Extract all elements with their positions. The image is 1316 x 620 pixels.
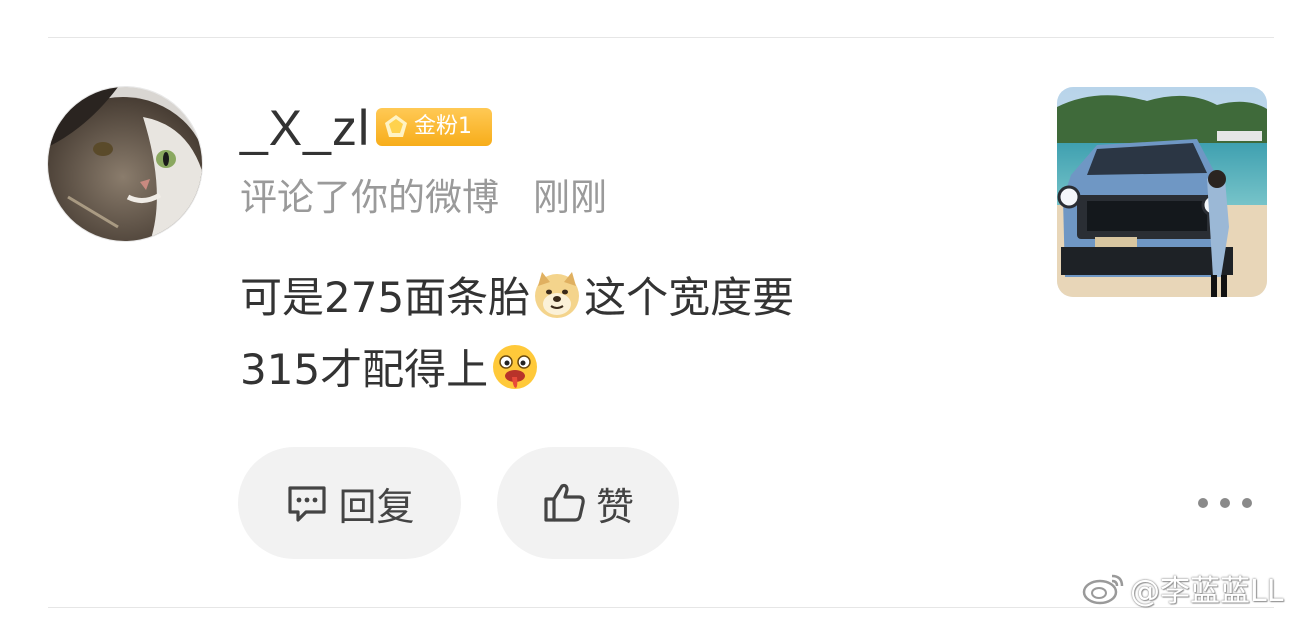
- like-button[interactable]: 赞: [497, 447, 679, 559]
- cat-avatar-image: [48, 87, 202, 241]
- content-line-2: 315才配得上: [240, 334, 960, 406]
- like-label: 赞: [595, 484, 634, 529]
- timestamp: 刚刚: [533, 176, 607, 219]
- top-divider: [48, 37, 1274, 38]
- doge-emoji-icon: [535, 272, 580, 318]
- gold-fan-badge-icon: [385, 115, 407, 137]
- comment-content: 可是275面条胎 这个宽度要 315才配得上: [240, 262, 960, 406]
- action-text: 评论了你的微博: [240, 176, 499, 219]
- username[interactable]: _X_zl: [240, 98, 370, 158]
- reply-button[interactable]: 回复: [238, 447, 461, 559]
- more-dot: [1198, 498, 1208, 508]
- fan-badge[interactable]: 金粉1: [376, 108, 492, 146]
- car-photo-image: [1057, 87, 1267, 297]
- content-text-part: 可是275面条胎: [240, 273, 531, 322]
- content-text-part: 315才配得上: [240, 345, 489, 394]
- more-dots-icon[interactable]: [1198, 488, 1252, 518]
- content-line-1: 可是275面条胎 这个宽度要: [240, 262, 960, 334]
- weibo-thumbnail[interactable]: [1057, 87, 1267, 297]
- reply-label: 回复: [338, 484, 415, 529]
- watermark-text: @李蓝蓝LL: [1130, 574, 1284, 609]
- more-dot: [1242, 498, 1252, 508]
- more-dot: [1220, 498, 1230, 508]
- comment-meta: 评论了你的微博 刚刚: [240, 175, 607, 221]
- comment-bubble-icon: [288, 486, 327, 522]
- watermark: @李蓝蓝LL: [1082, 568, 1284, 609]
- thumbs-up-icon: [544, 483, 585, 522]
- weibo-logo-icon: [1082, 574, 1124, 605]
- badge-label: 金粉1: [414, 114, 472, 139]
- content-text-part: 这个宽度要: [584, 273, 795, 322]
- avatar[interactable]: [48, 87, 202, 241]
- drooling-emoji-icon: [493, 345, 538, 389]
